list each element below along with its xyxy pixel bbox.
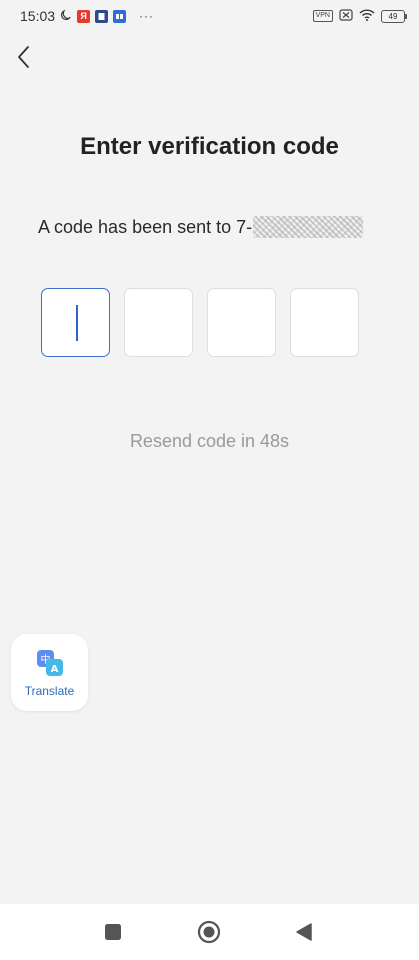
- status-bar: 15:03 Я ··· VPN 49: [0, 0, 419, 32]
- square-icon: [105, 924, 121, 940]
- recents-button[interactable]: [101, 920, 125, 944]
- resend-countdown: Resend code in 48s: [129, 431, 290, 451]
- masked-phone-number: [253, 216, 364, 238]
- app-notification-icon-2: [113, 9, 127, 23]
- battery-icon: 49: [381, 9, 407, 23]
- translate-label: Translate: [24, 683, 75, 698]
- code-digit-4[interactable]: [290, 288, 359, 357]
- app-notification-icon: [95, 9, 109, 23]
- svg-text:A: A: [50, 664, 58, 675]
- back-button[interactable]: [10, 42, 36, 72]
- nav-back-button[interactable]: [292, 920, 316, 944]
- chevron-left-icon: [18, 46, 29, 68]
- moon-icon: [60, 8, 72, 24]
- wifi-icon: [359, 8, 375, 24]
- home-button[interactable]: [197, 920, 221, 944]
- vpn-icon: VPN: [312, 10, 333, 22]
- page-title: Enter verification code: [80, 133, 339, 160]
- code-digit-2[interactable]: [124, 288, 193, 357]
- code-sent-prefix: A code has been sent to 7-: [38, 216, 253, 237]
- triangle-back-icon: [296, 923, 312, 941]
- screen: 15:03 Я ··· VPN 49 Enter verification co…: [0, 0, 419, 960]
- code-digit-3[interactable]: [207, 288, 276, 357]
- status-left: 15:03 Я ···: [20, 8, 154, 24]
- no-sim-icon: [339, 8, 353, 24]
- status-right: VPN 49: [312, 8, 407, 24]
- translate-button[interactable]: 中 A Translate: [11, 634, 88, 711]
- yandex-app-icon: Я: [77, 9, 91, 23]
- more-notifications-icon: ···: [139, 9, 155, 23]
- status-time: 15:03: [20, 8, 56, 24]
- verification-code-input: [41, 288, 359, 357]
- translate-icon: 中 A: [36, 649, 63, 676]
- system-nav-bar: [0, 904, 419, 960]
- text-caret: [76, 305, 78, 341]
- code-sent-message: A code has been sent to 7-: [38, 216, 364, 238]
- circle-icon: [197, 920, 221, 944]
